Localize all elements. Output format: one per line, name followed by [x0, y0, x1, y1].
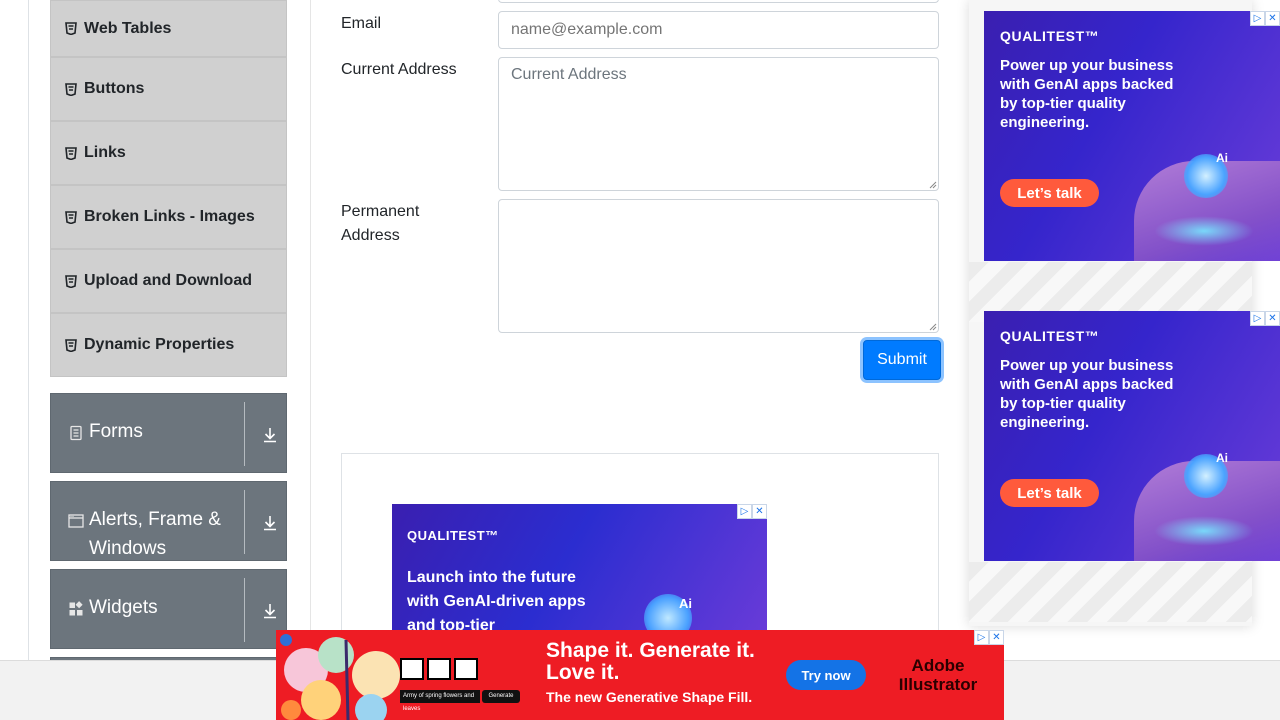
adchoices-controls: ▷ ✕ — [737, 504, 767, 519]
ad-copy: Power up your business with GenAI apps b… — [1000, 357, 1174, 431]
menu-item-links[interactable]: Links — [50, 121, 287, 185]
menu-item-web-tables[interactable]: Web Tables — [50, 0, 287, 57]
resize-grip-icon[interactable] — [928, 322, 937, 331]
ai-badge: Ai — [679, 596, 692, 611]
window-icon — [68, 514, 84, 528]
ad-close-icon[interactable]: ✕ — [1265, 311, 1280, 326]
group-header-forms[interactable]: Forms — [50, 393, 287, 473]
side-ad-bottom[interactable]: QUALITEST™ Power up your business with G… — [984, 311, 1280, 561]
adchoices-controls: ▷ ✕ — [1250, 311, 1280, 326]
ad-close-icon[interactable]: ✕ — [752, 504, 767, 519]
permanent-address-label: Permanent Address — [341, 203, 420, 244]
ad-brand-logo: Adobe Illustrator — [898, 656, 978, 694]
widgets-icon — [69, 601, 83, 616]
menu-item-label: Broken Links - Images — [84, 208, 255, 225]
list-icon — [65, 82, 77, 96]
side-ad-top[interactable]: QUALITEST™ Power up your business with G… — [984, 11, 1280, 261]
ad-brand: QUALITEST™ — [407, 528, 499, 543]
elements-menu-list: Web Tables Buttons Links Broken Links - … — [50, 0, 287, 377]
submit-button[interactable]: Submit — [863, 340, 941, 380]
adchoices-icon[interactable]: ▷ — [737, 504, 752, 519]
thumbnail — [400, 658, 424, 680]
menu-item-label: Upload and Download — [84, 272, 252, 289]
ad-subline: The new Generative Shape Fill. — [546, 689, 753, 705]
download-icon[interactable] — [261, 426, 279, 444]
permanent-address-textarea[interactable] — [498, 199, 939, 333]
sidebar-divider — [310, 0, 311, 660]
bottom-banner-ad[interactable]: Army of spring flowers and leaves Genera… — [276, 630, 1004, 720]
thumbnail — [454, 658, 478, 680]
group-header-alerts-frame-windows[interactable]: Alerts, Frame & Windows — [50, 481, 287, 561]
group-label: Alerts, Frame & Windows — [89, 509, 221, 559]
resize-grip-icon[interactable] — [928, 180, 937, 189]
ad-copy: Power up your business with GenAI apps b… — [1000, 57, 1174, 131]
ad-cta-button[interactable]: Let’s talk — [1000, 179, 1099, 207]
menu-item-dynamic-properties[interactable]: Dynamic Properties — [50, 313, 287, 377]
current-address-placeholder: Current Address — [511, 66, 627, 83]
adchoices-controls: ▷ ✕ — [974, 630, 1004, 645]
ad-generate-chip: Generate — [482, 690, 520, 703]
email-input[interactable] — [498, 11, 939, 49]
group-separator — [244, 578, 245, 642]
list-icon — [65, 274, 77, 288]
page-root: Web Tables Buttons Links Broken Links - … — [0, 0, 1280, 720]
list-icon — [65, 22, 77, 35]
glow-illustration — [1154, 516, 1254, 546]
thumbnail — [427, 658, 451, 680]
download-icon[interactable] — [261, 602, 279, 620]
ai-badge: Ai — [1216, 451, 1228, 465]
current-address-textarea[interactable]: Current Address — [498, 57, 939, 191]
menu-item-label: Web Tables — [84, 19, 172, 37]
ad-cta-button[interactable]: Let’s talk — [1000, 479, 1099, 507]
email-label: Email — [341, 15, 382, 32]
menu-item-label: Buttons — [84, 80, 145, 97]
ad-brand: QUALITEST™ — [1000, 328, 1100, 344]
ad-copy: Launch into the future with GenAI-driven… — [407, 569, 586, 634]
group-separator — [244, 402, 245, 466]
thumbnail-strip — [400, 658, 478, 680]
ad-prompt-field: Army of spring flowers and leaves — [400, 690, 480, 712]
download-icon[interactable] — [261, 514, 279, 532]
ai-badge: Ai — [1216, 151, 1228, 165]
menu-item-buttons[interactable]: Buttons — [50, 57, 287, 121]
group-label: Widgets — [89, 597, 158, 618]
inline-ad[interactable]: QUALITEST™ Launch into the future with G… — [392, 504, 767, 644]
ad-try-now-button[interactable]: Try now — [786, 660, 866, 690]
list-icon — [65, 146, 77, 160]
menu-item-label: Links — [84, 144, 126, 161]
current-address-label: Current Address — [341, 61, 457, 78]
menu-item-label: Dynamic Properties — [84, 336, 235, 353]
ad-brand: QUALITEST™ — [1000, 28, 1100, 44]
ad-close-icon[interactable]: ✕ — [1265, 11, 1280, 26]
adchoices-controls: ▷ ✕ — [1250, 11, 1280, 26]
previous-input-edge — [498, 0, 939, 3]
adchoices-icon[interactable]: ▷ — [1250, 11, 1265, 26]
list-icon — [65, 338, 77, 352]
ad-headline: Shape it. Generate it. Love it. — [546, 639, 755, 684]
glow-illustration — [1154, 216, 1254, 246]
adchoices-icon[interactable]: ▷ — [1250, 311, 1265, 326]
group-header-widgets[interactable]: Widgets — [50, 569, 287, 649]
group-label: Forms — [89, 421, 143, 442]
list-icon — [65, 210, 77, 224]
page-left-border — [28, 0, 29, 660]
form-icon — [70, 425, 82, 441]
menu-item-broken-links[interactable]: Broken Links - Images — [50, 185, 287, 249]
adchoices-icon[interactable]: ▷ — [974, 630, 989, 645]
rail-pattern — [969, 562, 1252, 622]
group-separator — [244, 490, 245, 554]
menu-item-upload-download[interactable]: Upload and Download — [50, 249, 287, 313]
ad-close-icon[interactable]: ✕ — [989, 630, 1004, 645]
